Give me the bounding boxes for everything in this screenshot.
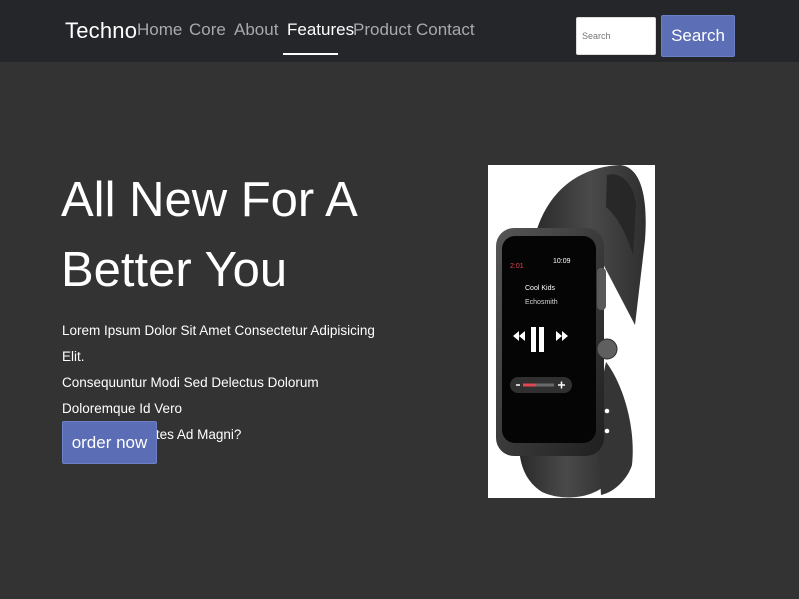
band-hole-2 bbox=[604, 428, 610, 434]
hero-text-line-2: Consequuntur Modi Sed Delectus Dolorum D… bbox=[62, 375, 319, 416]
nav-link-features[interactable]: Features bbox=[287, 19, 354, 41]
hero-text-line-1: Lorem Ipsum Dolor Sit Amet Consectetur A… bbox=[62, 323, 375, 364]
watch-track-title: Cool Kids bbox=[525, 285, 555, 292]
watch-left-time: 2:01 bbox=[510, 263, 524, 270]
nav-link-about[interactable]: About bbox=[234, 19, 278, 41]
pause-bar-right bbox=[539, 327, 544, 352]
nav-link-product[interactable]: Product bbox=[353, 19, 412, 41]
smartwatch-illustration: 2:01 10:09 Cool Kids Echosmith bbox=[496, 165, 646, 498]
nav-link-core[interactable]: Core bbox=[189, 19, 226, 41]
nav-link-contact[interactable]: Contact bbox=[416, 19, 475, 41]
search-button[interactable]: Search bbox=[661, 15, 735, 57]
nav-link-home[interactable]: Home bbox=[137, 19, 182, 41]
band-hole-1 bbox=[604, 408, 610, 414]
watch-right-time: 10:09 bbox=[553, 258, 571, 265]
top-navbar: Techno Home Core About Features Product … bbox=[0, 0, 799, 62]
search-input[interactable] bbox=[576, 17, 656, 55]
hero-title: All New For A Better You bbox=[61, 165, 391, 305]
watch-track-artist: Echosmith bbox=[525, 299, 558, 306]
digital-crown bbox=[597, 268, 606, 310]
order-now-button[interactable]: order now bbox=[62, 421, 157, 464]
hero-title-line-1: All New For A bbox=[61, 173, 358, 227]
active-nav-indicator bbox=[283, 53, 338, 55]
smartwatch-product-image: 2:01 10:09 Cool Kids Echosmith bbox=[488, 165, 655, 498]
brand-logo[interactable]: Techno bbox=[65, 18, 137, 44]
side-button bbox=[596, 338, 618, 360]
hero-title-line-2: Better You bbox=[61, 243, 288, 297]
pause-bar-left bbox=[531, 327, 536, 352]
